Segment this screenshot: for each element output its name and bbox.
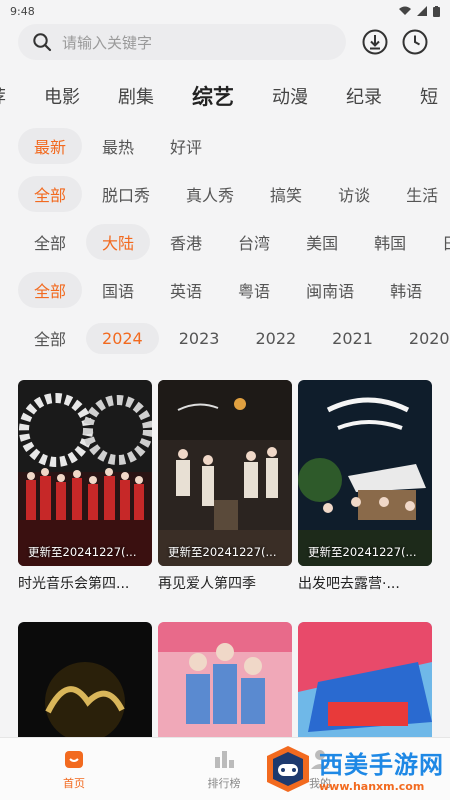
filter-region-korea[interactable]: 韩国 [358, 224, 422, 260]
filter-type-reality[interactable]: 真人秀 [170, 176, 250, 212]
show-title: 出发吧去露营·... [298, 576, 400, 592]
status-bar: 9:48 [0, 0, 450, 22]
show-poster[interactable] [18, 622, 152, 752]
filter-year-row: 全部 2024 2023 2022 2021 2020 [0, 314, 450, 362]
poster-image [158, 622, 292, 752]
filter-year-2020[interactable]: 2020 [393, 323, 450, 354]
gamepad-logo-icon [267, 746, 309, 792]
category-tab-recommend[interactable]: 荐 [0, 83, 6, 109]
site-watermark: 西美手游网 www.hanxm.com [263, 744, 444, 794]
filter-sort-top-rated[interactable]: 好评 [154, 128, 218, 164]
filter-language-korean[interactable]: 韩语 [374, 272, 438, 308]
category-tab-variety[interactable]: 综艺 [192, 81, 234, 111]
filter-region-usa[interactable]: 美国 [290, 224, 354, 260]
show-poster[interactable]: 更新至20241227(... [18, 380, 152, 566]
filter-language-english[interactable]: 英语 [154, 272, 218, 308]
filter-year-2024[interactable]: 2024 [86, 322, 159, 354]
search-row: 请输入关键字 [0, 22, 450, 62]
category-tab-documentary[interactable]: 纪录 [346, 83, 382, 109]
category-tab-short[interactable]: 短 [420, 83, 438, 109]
show-grid-row-2 [0, 622, 450, 752]
filter-year-2021[interactable]: 2021 [316, 323, 389, 354]
status-time: 9:48 [10, 4, 35, 18]
update-label: 更新至20241227(... [28, 545, 137, 559]
show-card[interactable]: 更新至20241227(... 时光音乐会第四... [18, 380, 152, 610]
filter-region-all[interactable]: 全部 [18, 224, 82, 260]
filter-sort-newest[interactable]: 最新 [18, 128, 83, 164]
show-grid: 更新至20241227(... 时光音乐会第四... 更新至20241227(.… [0, 380, 450, 610]
update-label: 更新至20241227(... [168, 545, 277, 559]
filter-language-mandarin[interactable]: 国语 [86, 272, 150, 308]
nav-home-label: 首页 [63, 777, 85, 790]
nav-ranking-label: 排行榜 [207, 777, 241, 790]
poster-image [18, 380, 152, 566]
filter-year-all[interactable]: 全部 [18, 320, 82, 356]
poster-image [298, 380, 432, 566]
category-tab-movie[interactable]: 电影 [44, 83, 80, 109]
poster-image [298, 622, 432, 752]
filter-language-all[interactable]: 全部 [18, 272, 83, 308]
nav-ranking[interactable]: 排行榜 [186, 747, 262, 791]
battery-icon [433, 5, 440, 17]
wifi-icon [399, 6, 411, 15]
watermark-name: 西美手游网 [319, 751, 444, 779]
category-tab-series[interactable]: 剧集 [118, 83, 154, 109]
show-title: 时光音乐会第四... [18, 576, 130, 592]
watermark-url: www.hanxm.com [319, 780, 425, 793]
show-poster[interactable]: 更新至20241227(... [298, 380, 432, 566]
filter-language-minnan[interactable]: 闽南语 [290, 272, 370, 308]
chart-icon [215, 751, 234, 768]
signal-icon [417, 6, 427, 16]
filter-region-mainland[interactable]: 大陆 [86, 224, 151, 260]
poster-image [158, 380, 292, 566]
filter-type-life[interactable]: 生活 [390, 176, 450, 212]
search-input[interactable]: 请输入关键字 [18, 24, 346, 60]
category-tab-anime[interactable]: 动漫 [272, 83, 308, 109]
filter-type-row: 全部 脱口秀 真人秀 搞笑 访谈 生活 [0, 170, 450, 218]
search-icon [33, 33, 52, 52]
filter-type-talkshow[interactable]: 脱口秀 [86, 176, 166, 212]
show-card[interactable]: 更新至20241227(... 再见爱人第四季 [158, 380, 292, 610]
filter-type-comedy[interactable]: 搞笑 [254, 176, 318, 212]
show-poster[interactable] [158, 622, 292, 752]
filter-sort-hottest[interactable]: 最热 [86, 128, 150, 164]
search-placeholder: 请输入关键字 [62, 33, 153, 52]
poster-image [18, 622, 152, 752]
nav-home[interactable]: 首页 [36, 747, 112, 791]
show-title: 再见爱人第四季 [158, 576, 256, 592]
filter-type-interview[interactable]: 访谈 [322, 176, 386, 212]
home-icon [65, 751, 83, 768]
filter-language-row: 全部 国语 英语 粤语 闽南语 韩语 [0, 266, 450, 314]
history-clock-icon[interactable] [402, 29, 428, 55]
update-label: 更新至20241227(... [308, 545, 417, 559]
filter-sort-row: 最新 最热 好评 [0, 122, 450, 170]
filter-region-taiwan[interactable]: 台湾 [222, 224, 286, 260]
filter-language-cantonese[interactable]: 粤语 [222, 272, 286, 308]
filter-region-hongkong[interactable]: 香港 [154, 224, 218, 260]
show-poster[interactable]: 更新至20241227(... [158, 380, 292, 566]
category-tabs: 荐 电影 剧集 综艺 动漫 纪录 短 [0, 74, 438, 118]
filter-year-2022[interactable]: 2022 [239, 323, 312, 354]
filter-type-all[interactable]: 全部 [18, 176, 83, 212]
show-card[interactable]: 更新至20241227(... 出发吧去露营·... [298, 380, 432, 610]
filter-region-row: 全部 大陆 香港 台湾 美国 韩国 日 [0, 218, 450, 266]
filter-year-2023[interactable]: 2023 [163, 323, 236, 354]
filter-region-japan[interactable]: 日 [426, 224, 450, 260]
download-icon[interactable] [362, 29, 388, 55]
show-poster[interactable] [298, 622, 432, 752]
